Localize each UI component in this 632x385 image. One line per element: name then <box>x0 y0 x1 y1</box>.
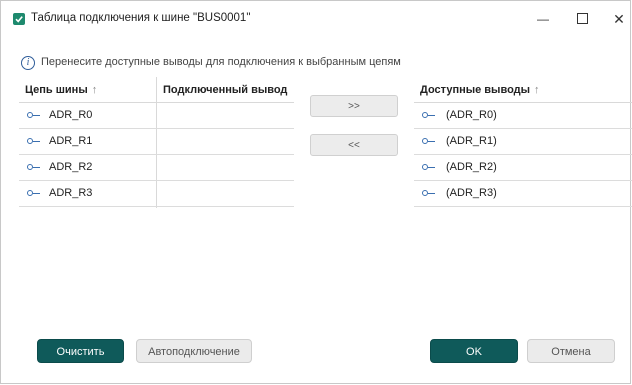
pin-icon <box>27 190 40 196</box>
info-text: Перенесите доступные выводы для подключе… <box>41 56 401 68</box>
pin-icon <box>27 138 40 144</box>
pin-icon <box>422 164 435 170</box>
close-button[interactable]: ✕ <box>605 7 632 31</box>
title-bar: Таблица подключения к шине "BUS0001" — ✕ <box>1 1 631 37</box>
net-cell: ADR_R3 <box>49 187 93 199</box>
available-pin-label: (ADR_R3) <box>446 187 497 199</box>
dialog-window: Таблица подключения к шине "BUS0001" — ✕… <box>0 0 632 384</box>
sort-arrow-icon: ↑ <box>534 84 540 96</box>
net-cell: ADR_R0 <box>49 109 93 121</box>
autoconnect-button[interactable]: Автоподключение <box>136 339 252 363</box>
pin-icon <box>422 190 435 196</box>
maximize-icon <box>576 13 588 25</box>
available-pins-table: Доступные выводы ↑ (ADR_R0) (ADR_R1) (ADR… <box>414 77 632 208</box>
table-row[interactable]: ADR_R0 <box>19 103 294 129</box>
column-header-available-label: Доступные выводы <box>420 84 531 96</box>
pin-icon <box>27 112 40 118</box>
remove-button[interactable]: << <box>310 134 398 156</box>
minimize-button[interactable]: — <box>529 7 557 31</box>
list-item[interactable]: (ADR_R1) <box>414 129 632 155</box>
list-item[interactable]: (ADR_R3) <box>414 181 632 207</box>
ok-button[interactable]: OK <box>430 339 518 363</box>
net-cell: ADR_R2 <box>49 161 93 173</box>
maximize-button[interactable] <box>568 7 596 31</box>
info-icon: i <box>21 56 35 70</box>
add-button[interactable]: >> <box>310 95 398 117</box>
pin-icon <box>422 112 435 118</box>
net-cell: ADR_R1 <box>49 135 93 147</box>
table-row[interactable]: ADR_R1 <box>19 129 294 155</box>
column-header-available[interactable]: Доступные выводы ↑ <box>420 84 540 96</box>
cancel-button[interactable]: Отмена <box>527 339 615 363</box>
table-row[interactable]: ADR_R2 <box>19 155 294 181</box>
column-header-net-label: Цепь шины <box>25 84 88 96</box>
available-pin-label: (ADR_R1) <box>446 135 497 147</box>
sort-arrow-icon: ↑ <box>91 84 98 96</box>
column-header-net[interactable]: Цепь шины ↑ <box>25 84 97 96</box>
table-row[interactable]: ADR_R3 <box>19 181 294 207</box>
column-header-pin[interactable]: Подключенный вывод <box>163 84 287 96</box>
pin-icon <box>422 138 435 144</box>
bus-net-table: Цепь шины ↑ Подключенный вывод ADR_R0 ADR… <box>19 77 294 208</box>
list-item[interactable]: (ADR_R0) <box>414 103 632 129</box>
available-pin-label: (ADR_R0) <box>446 109 497 121</box>
window-title: Таблица подключения к шине "BUS0001" <box>31 12 251 24</box>
clear-button[interactable]: Очистить <box>37 339 124 363</box>
pin-icon <box>27 164 40 170</box>
app-icon <box>13 13 25 25</box>
list-item[interactable]: (ADR_R2) <box>414 155 632 181</box>
available-pin-label: (ADR_R2) <box>446 161 497 173</box>
available-pins-header: Доступные выводы ↑ <box>414 77 632 103</box>
